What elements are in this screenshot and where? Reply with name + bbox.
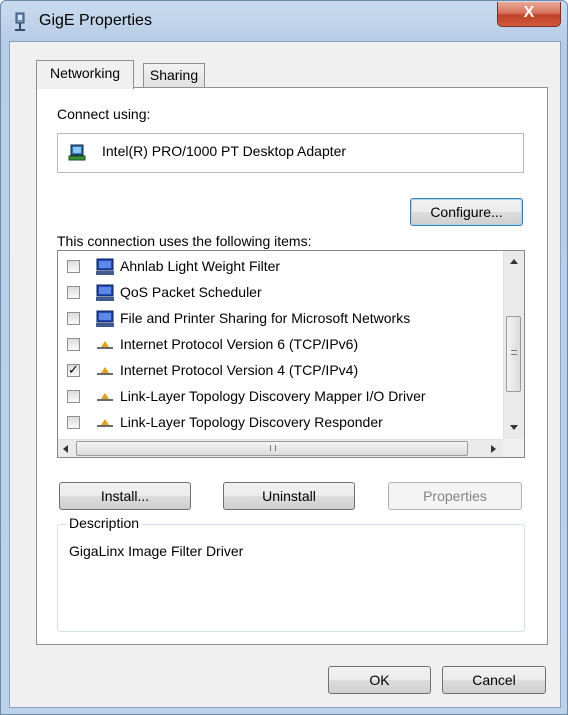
- client-computer-icon: [96, 258, 114, 275]
- uninstall-button-label: Uninstall: [262, 488, 316, 504]
- check-mark-icon: ✓: [68, 362, 79, 377]
- item-checkbox[interactable]: [67, 338, 80, 351]
- description-title: Description: [66, 515, 143, 531]
- install-button-label: Install...: [100, 488, 150, 504]
- horizontal-scroll-thumb[interactable]: [76, 441, 468, 456]
- ok-button-label: OK: [369, 672, 390, 688]
- connect-using-label: Connect using:: [57, 106, 151, 122]
- protocol-icon: [97, 341, 113, 349]
- item-label: File and Printer Sharing for Microsoft N…: [120, 310, 411, 326]
- thumb-grip-icon: [270, 445, 276, 451]
- list-item[interactable]: Internet Protocol Version 6 (TCP/IPv6): [58, 333, 503, 359]
- items-label: This connection uses the following items…: [57, 233, 312, 249]
- description-text: GigaLinx Image Filter Driver: [69, 543, 244, 559]
- configure-button[interactable]: Configure...: [410, 198, 523, 226]
- scroll-corner: [503, 439, 524, 457]
- protocol-icon: [97, 419, 113, 427]
- list-item[interactable]: Ahnlab Light Weight Filter: [58, 255, 503, 281]
- client-computer-icon: [96, 284, 114, 301]
- list-item[interactable]: Link-Layer Topology Discovery Responder: [58, 411, 503, 437]
- properties-button[interactable]: Properties: [388, 482, 522, 510]
- client-computer-icon: [96, 310, 114, 327]
- uninstall-button[interactable]: Uninstall: [223, 482, 355, 510]
- thumb-grip-icon: [511, 350, 517, 355]
- item-checkbox[interactable]: [67, 416, 80, 429]
- item-checkbox[interactable]: [67, 390, 80, 403]
- item-checkbox[interactable]: ✓: [67, 362, 80, 377]
- item-label: QoS Packet Scheduler: [120, 284, 262, 300]
- ok-button[interactable]: OK: [328, 666, 431, 694]
- tab-sharing-label: Sharing: [149, 67, 199, 83]
- title-bar[interactable]: GigE Properties X: [1, 1, 567, 41]
- item-checkbox[interactable]: [67, 312, 80, 325]
- properties-window: GigE Properties X Networking Sharing Con…: [0, 0, 568, 715]
- scroll-up-icon[interactable]: [510, 259, 518, 264]
- item-label: Link-Layer Topology Discovery Responder: [120, 414, 383, 430]
- network-adapter-icon: [68, 144, 86, 161]
- vertical-scroll-thumb[interactable]: [506, 316, 521, 392]
- properties-button-label: Properties: [423, 488, 487, 504]
- tab-networking-label: Networking: [49, 65, 121, 81]
- list-item[interactable]: Link-Layer Topology Discovery Mapper I/O…: [58, 385, 503, 411]
- dialog-body: Networking Sharing Connect using: Intel(…: [9, 41, 561, 708]
- item-checkbox[interactable]: [67, 260, 80, 273]
- item-label: Internet Protocol Version 6 (TCP/IPv6): [120, 336, 359, 352]
- item-checkbox[interactable]: [67, 286, 80, 299]
- vertical-scrollbar[interactable]: [503, 251, 524, 439]
- item-label: Internet Protocol Version 4 (TCP/IPv4): [120, 362, 359, 378]
- list-item[interactable]: ✓ Internet Protocol Version 4 (TCP/IPv4): [58, 359, 503, 385]
- configure-button-label: Configure...: [430, 204, 503, 220]
- scroll-down-icon[interactable]: [510, 425, 518, 430]
- install-button[interactable]: Install...: [59, 482, 191, 510]
- list-item[interactable]: QoS Packet Scheduler: [58, 281, 503, 307]
- networking-panel: Connect using: Intel(R) PRO/1000 PT Desk…: [36, 87, 548, 645]
- scroll-right-icon[interactable]: [491, 445, 496, 453]
- close-button[interactable]: X: [497, 2, 561, 27]
- adapter-field: Intel(R) PRO/1000 PT Desktop Adapter: [57, 133, 524, 173]
- window-title: GigE Properties: [39, 12, 152, 29]
- protocol-icon: [97, 393, 113, 401]
- tab-networking[interactable]: Networking: [36, 60, 134, 89]
- item-label: Ahnlab Light Weight Filter: [120, 258, 281, 274]
- protocol-icon: [97, 367, 113, 375]
- network-connection-icon: [15, 12, 25, 31]
- horizontal-scrollbar[interactable]: [58, 439, 503, 457]
- scroll-left-icon[interactable]: [63, 445, 68, 453]
- description-group: Description GigaLinx Image Filter Driver: [57, 515, 525, 632]
- item-label: Link-Layer Topology Discovery Mapper I/O…: [120, 388, 426, 404]
- component-list[interactable]: Ahnlab Light Weight Filter QoS Packet Sc…: [57, 250, 525, 458]
- close-icon: X: [523, 4, 535, 21]
- adapter-name: Intel(R) PRO/1000 PT Desktop Adapter: [102, 143, 347, 159]
- cancel-button-label: Cancel: [472, 672, 516, 688]
- tab-sharing[interactable]: Sharing: [143, 63, 205, 87]
- cancel-button[interactable]: Cancel: [442, 666, 546, 694]
- list-item[interactable]: File and Printer Sharing for Microsoft N…: [58, 307, 503, 333]
